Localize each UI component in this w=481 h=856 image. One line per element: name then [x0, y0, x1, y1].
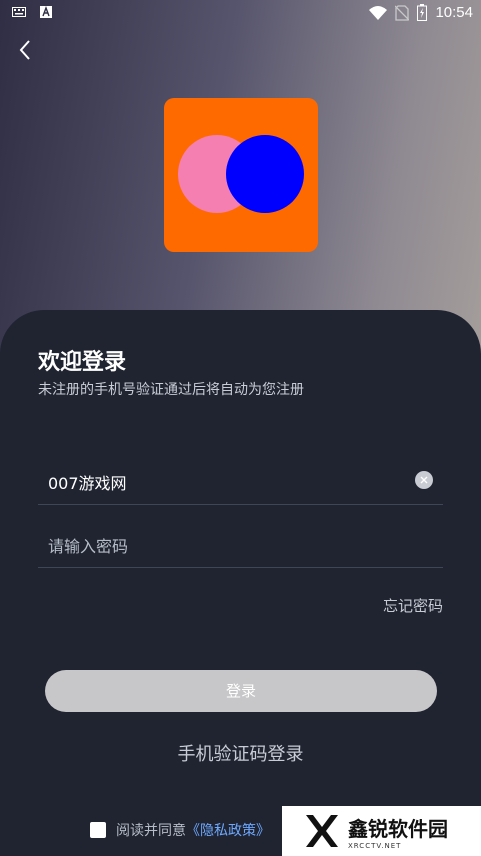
- keyboard-icon: [12, 7, 26, 17]
- battery-charging-icon: [417, 4, 428, 21]
- site-watermark: 鑫锐软件园 XRCCTV.NET: [282, 806, 481, 856]
- page-subtitle: 未注册的手机号验证通过后将自动为您注册: [38, 382, 304, 398]
- watermark-domain: XRCCTV.NET: [348, 841, 402, 850]
- agreement-row: 阅读并同意 《隐私政策》: [90, 820, 270, 840]
- watermark-logo-icon: [306, 815, 338, 847]
- password-field[interactable]: 请输入密码: [38, 523, 443, 568]
- text-a-icon: [40, 6, 52, 18]
- status-bar: 10:54: [0, 0, 481, 28]
- app-logo: [164, 98, 318, 252]
- logo-blue-circle: [226, 135, 304, 213]
- password-input[interactable]: 请输入密码: [48, 533, 128, 557]
- account-field[interactable]: 007游戏网: [38, 460, 443, 505]
- wifi-icon: [369, 5, 388, 20]
- page-title: 欢迎登录: [38, 350, 127, 375]
- chevron-left-icon[interactable]: [14, 38, 38, 62]
- login-button[interactable]: 登录: [45, 670, 437, 712]
- agreement-prefix: 阅读并同意: [116, 823, 186, 839]
- status-time: 10:54: [435, 4, 473, 21]
- no-sim-icon: [395, 4, 410, 21]
- sms-login-link[interactable]: 手机验证码登录: [0, 740, 481, 766]
- clear-icon[interactable]: [415, 471, 433, 489]
- account-input[interactable]: 007游戏网: [48, 470, 127, 494]
- watermark-name: 鑫锐软件园: [348, 816, 448, 841]
- privacy-policy-link[interactable]: 《隐私政策》: [186, 820, 270, 840]
- forgot-password-link[interactable]: 忘记密码: [383, 595, 443, 616]
- agree-checkbox[interactable]: [90, 822, 106, 838]
